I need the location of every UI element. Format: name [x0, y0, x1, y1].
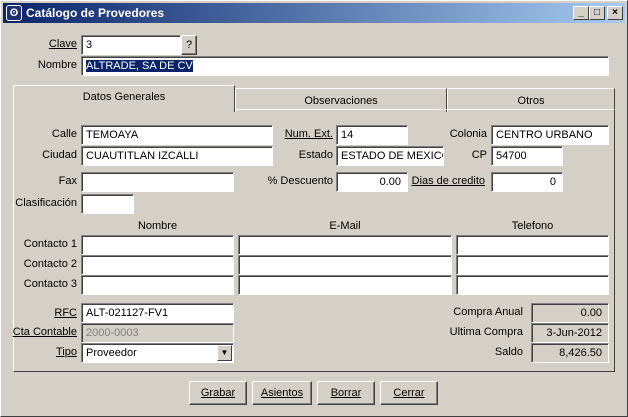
contacto-3-nombre-input[interactable]: [81, 275, 234, 295]
minimize-button[interactable]: _: [573, 6, 589, 20]
rfc-label: RFC: [15, 307, 77, 319]
saldo-label: Saldo: [494, 346, 523, 358]
fax-input[interactable]: [81, 172, 234, 192]
contact-col-nombre: Nombre: [137, 220, 178, 232]
nombre-label: Nombre: [37, 59, 77, 71]
contacto-3-telefono-input[interactable]: [456, 275, 609, 295]
contacto-1-email-input[interactable]: [238, 235, 452, 255]
title-bar[interactable]: ʘ Catálogo de Provedores _ □ ×: [3, 3, 625, 23]
rfc-label-text: RFC: [54, 307, 77, 319]
compra-anual-label: Compra Anual: [453, 306, 523, 318]
close-button[interactable]: ×: [607, 6, 623, 20]
contacto-2-email-input[interactable]: [238, 255, 452, 275]
window-title: Catálogo de Provedores: [26, 6, 165, 20]
compra-anual-value: 0.00: [531, 303, 609, 323]
cta-contable-label-text: Cta Contable: [12, 326, 77, 338]
colonia-input[interactable]: CENTRO URBANO: [491, 125, 609, 145]
estado-label: Estado: [298, 149, 333, 161]
contact-col-email: E-Mail: [329, 220, 361, 232]
descuento-input[interactable]: 0.00: [336, 172, 408, 192]
nombre-input[interactable]: ALTRADE, SA DE CV: [81, 56, 609, 76]
contacto-2-telefono-input[interactable]: [456, 255, 609, 275]
dias-credito-label: Dias de credito: [409, 175, 485, 187]
calle-label: Calle: [51, 128, 77, 140]
numext-label: Num. Ext.: [277, 128, 333, 140]
fax-label: Fax: [58, 175, 77, 187]
clave-input[interactable]: 3: [81, 35, 181, 55]
estado-input[interactable]: ESTADO DE MEXICO: [336, 146, 444, 166]
cta-contable-input: 2000-0003: [81, 323, 234, 343]
catalogo-proveedores-window: ʘ Catálogo de Provedores _ □ × Clave 3 ?…: [0, 0, 628, 417]
contacto-3-email-input[interactable]: [238, 275, 452, 295]
asientos-button[interactable]: Asientos: [252, 381, 312, 405]
contacto-1-telefono-input[interactable]: [456, 235, 609, 255]
maximize-button[interactable]: □: [589, 6, 605, 20]
cp-label: CP: [471, 149, 487, 161]
tab-datos-generales[interactable]: Datos Generales: [13, 85, 235, 112]
grabar-button[interactable]: Grabar: [189, 381, 247, 405]
numext-input[interactable]: 14: [336, 125, 408, 145]
cerrar-button[interactable]: Cerrar: [380, 381, 438, 405]
app-icon[interactable]: ʘ: [6, 5, 22, 21]
borrar-button[interactable]: Borrar: [317, 381, 375, 405]
chevron-down-icon[interactable]: ▼: [217, 345, 232, 361]
ciudad-input[interactable]: CUAUTITLAN IZCALLI: [81, 146, 273, 166]
clave-label-text: Clave: [48, 38, 77, 50]
clasificacion-input[interactable]: [81, 194, 134, 214]
clasificacion-label: Clasificación: [15, 197, 77, 209]
contacto-1-label: Contacto 1: [23, 238, 77, 250]
ciudad-label: Ciudad: [42, 149, 77, 161]
tipo-label: Tipo: [15, 346, 77, 358]
descuento-label: % Descuento: [267, 175, 333, 187]
tipo-select[interactable]: Proveedor ▼: [81, 343, 234, 363]
dias-credito-label-text: Dias de credito: [411, 175, 485, 187]
colonia-label: Colonia: [449, 128, 487, 140]
cp-input[interactable]: 54700: [491, 146, 563, 166]
contacto-3-label: Contacto 3: [23, 278, 77, 290]
contacto-1-nombre-input[interactable]: [81, 235, 234, 255]
clave-label: Clave: [21, 38, 77, 50]
saldo-value: 8,426.50: [531, 343, 609, 363]
contact-col-telefono: Telefono: [511, 220, 554, 232]
numext-label-text: Num. Ext.: [284, 128, 333, 140]
cerrar-label: Cerrar: [393, 387, 425, 399]
contacto-2-label: Contacto 2: [23, 258, 77, 270]
calle-input[interactable]: TEMOAYA: [81, 125, 273, 145]
dias-credito-input[interactable]: 0: [491, 172, 563, 192]
ultima-compra-label: Ultima Compra: [449, 326, 523, 338]
clave-lookup-button[interactable]: ?: [181, 35, 197, 55]
rfc-input[interactable]: ALT-021127-FV1: [81, 303, 234, 323]
nombre-value: ALTRADE, SA DE CV: [86, 60, 193, 72]
ultima-compra-value: 3-Jun-2012: [531, 323, 609, 343]
borrar-label: Borrar: [330, 387, 362, 399]
cta-contable-label: Cta Contable: [11, 326, 77, 338]
tipo-label-text: Tipo: [56, 346, 77, 358]
tipo-selected-value: Proveedor: [86, 347, 137, 359]
asientos-label: Asientos: [260, 387, 304, 399]
grabar-label: Grabar: [200, 387, 236, 399]
contacto-2-nombre-input[interactable]: [81, 255, 234, 275]
